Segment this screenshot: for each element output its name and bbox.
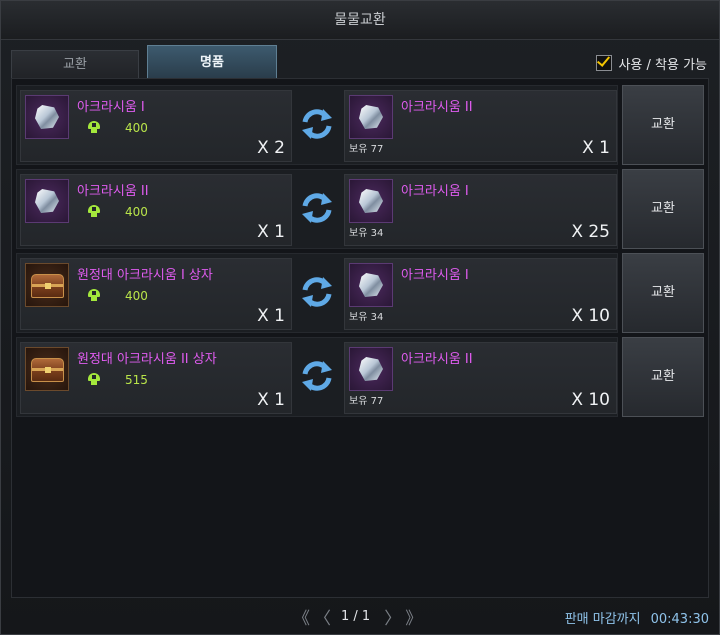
exchange-arrows-icon bbox=[302, 277, 332, 307]
exchange-arrows-icon bbox=[302, 193, 332, 223]
tab-exchange[interactable]: 교환 bbox=[11, 50, 139, 78]
exchange-arrows-icon bbox=[302, 361, 332, 391]
acrasium-crystal-icon[interactable] bbox=[25, 95, 69, 139]
currency-icon bbox=[88, 205, 100, 217]
cost-item-card: 원정대 아크라시움 I 상자 400 X 1 bbox=[20, 258, 292, 330]
cost-item-card: 원정대 아크라시움 II 상자 515 X 1 bbox=[20, 342, 292, 414]
treasure-chest-icon[interactable] bbox=[25, 347, 69, 391]
usable-filter-toggle[interactable]: 사용 / 착용 가능 bbox=[596, 53, 707, 73]
cost-quantity: X 1 bbox=[257, 390, 285, 410]
acrasium-crystal-icon[interactable] bbox=[349, 179, 393, 223]
reward-item-card: 아크라시움 I 보유 34 X 25 bbox=[344, 174, 617, 246]
owned-count: 보유 77 bbox=[349, 144, 384, 155]
reward-quantity: X 1 bbox=[582, 138, 610, 158]
currency-icon bbox=[88, 289, 100, 301]
exchange-row: 원정대 아크라시움 II 상자 515 X 1 아크라시움 II 보유 77 X… bbox=[16, 337, 704, 417]
reward-item-name: 아크라시움 I bbox=[401, 184, 469, 199]
acrasium-crystal-icon[interactable] bbox=[349, 95, 393, 139]
deadline-timer: 00:43:30 bbox=[650, 612, 709, 627]
exchange-list: 아크라시움 I 400 X 2 아크라시움 II 보유 77 X 1 교환 아크… bbox=[11, 78, 709, 598]
reward-item-name: 아크라시움 II bbox=[401, 100, 473, 115]
cost-item-name: 원정대 아크라시움 I 상자 bbox=[77, 268, 213, 283]
reward-item-card: 아크라시움 I 보유 34 X 10 bbox=[344, 258, 617, 330]
pagination: 《 〈 1 / 1 〉 》 bbox=[289, 604, 422, 629]
currency-icon bbox=[88, 373, 100, 385]
exchange-row: 원정대 아크라시움 I 상자 400 X 1 아크라시움 I 보유 34 X 1… bbox=[16, 253, 704, 333]
reward-item-name: 아크라시움 II bbox=[401, 352, 473, 367]
reward-item-card: 아크라시움 II 보유 77 X 1 bbox=[344, 90, 617, 162]
cost-value: 515 bbox=[125, 373, 148, 387]
cost-value: 400 bbox=[125, 121, 148, 135]
owned-count: 보유 77 bbox=[349, 396, 384, 407]
first-page-icon[interactable]: 《 bbox=[293, 604, 310, 629]
prev-page-icon[interactable]: 〈 bbox=[314, 604, 331, 629]
reward-item-card: 아크라시움 II 보유 77 X 10 bbox=[344, 342, 617, 414]
reward-item-name: 아크라시움 I bbox=[401, 268, 469, 283]
cost-value: 400 bbox=[125, 289, 148, 303]
cost-quantity: X 2 bbox=[257, 138, 285, 158]
acrasium-crystal-icon[interactable] bbox=[349, 347, 393, 391]
owned-count: 보유 34 bbox=[349, 312, 384, 323]
reward-quantity: X 10 bbox=[571, 306, 610, 326]
cost-quantity: X 1 bbox=[257, 222, 285, 242]
deadline-label: 판매 마감까지 bbox=[564, 612, 641, 627]
cost-item-name: 아크라시움 I bbox=[77, 100, 145, 115]
footer-bar: 《 〈 1 / 1 〉 》 판매 마감까지 00:43:30 bbox=[1, 598, 719, 635]
exchange-button[interactable]: 교환 bbox=[622, 85, 704, 165]
sale-deadline: 판매 마감까지 00:43:30 bbox=[555, 608, 709, 627]
exchange-button[interactable]: 교환 bbox=[622, 169, 704, 249]
usable-filter-checkbox[interactable] bbox=[596, 53, 613, 71]
window-title: 물물교환 bbox=[1, 1, 719, 40]
exchange-button[interactable]: 교환 bbox=[622, 253, 704, 333]
treasure-chest-icon[interactable] bbox=[25, 263, 69, 307]
owned-count: 보유 34 bbox=[349, 228, 384, 239]
cost-value: 400 bbox=[125, 205, 148, 219]
barter-window: 물물교환 교환 명품 사용 / 착용 가능 아크라시움 I 400 X 2 아크… bbox=[0, 0, 720, 635]
tab-premium[interactable]: 명품 bbox=[147, 45, 277, 78]
cost-item-card: 아크라시움 II 400 X 1 bbox=[20, 174, 292, 246]
cost-quantity: X 1 bbox=[257, 306, 285, 326]
cost-item-name: 아크라시움 II bbox=[77, 184, 149, 199]
exchange-arrows-icon bbox=[302, 109, 332, 139]
reward-quantity: X 10 bbox=[571, 390, 610, 410]
acrasium-crystal-icon[interactable] bbox=[25, 179, 69, 223]
cost-item-name: 원정대 아크라시움 II 상자 bbox=[77, 352, 217, 367]
exchange-row: 아크라시움 II 400 X 1 아크라시움 I 보유 34 X 25 교환 bbox=[16, 169, 704, 249]
exchange-button[interactable]: 교환 bbox=[622, 337, 704, 417]
cost-item-card: 아크라시움 I 400 X 2 bbox=[20, 90, 292, 162]
reward-quantity: X 25 bbox=[571, 222, 610, 242]
next-page-icon[interactable]: 〉 bbox=[384, 604, 401, 629]
check-icon bbox=[597, 53, 611, 67]
currency-icon bbox=[88, 121, 100, 133]
acrasium-crystal-icon[interactable] bbox=[349, 263, 393, 307]
usable-filter-label: 사용 / 착용 가능 bbox=[618, 57, 707, 73]
exchange-row: 아크라시움 I 400 X 2 아크라시움 II 보유 77 X 1 교환 bbox=[16, 85, 704, 165]
page-indicator: 1 / 1 bbox=[341, 608, 371, 624]
last-page-icon[interactable]: 》 bbox=[405, 604, 422, 629]
